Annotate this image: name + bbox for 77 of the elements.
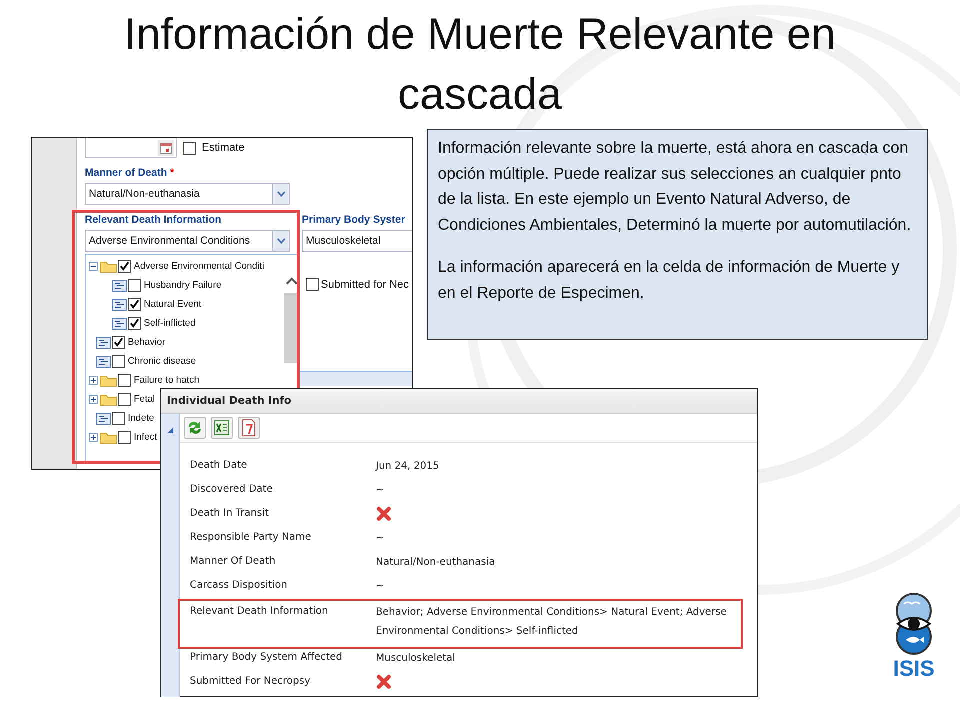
toolbar-button[interactable]: [211, 417, 233, 439]
scroll-up-icon[interactable]: [286, 277, 298, 285]
checkbox-label: Submitted for Nec: [321, 278, 410, 290]
checkbox[interactable]: [112, 412, 125, 425]
checkbox[interactable]: [118, 431, 131, 444]
field-value: Natural/Non-euthanasia: [376, 556, 496, 570]
folder-icon: [100, 374, 117, 387]
list-icon: [96, 356, 111, 368]
field-value: Behavior; Adverse Environmental Conditions> Natural Event; Adverse Environmental Conditions> Self-inflicted: [376, 606, 728, 639]
checkbox[interactable]: [128, 279, 141, 292]
field-label: Relevant Death Information: [190, 605, 330, 619]
expand-icon[interactable]: [89, 433, 98, 442]
panel-title: Individual Death Info: [161, 389, 757, 414]
date-field[interactable]: [85, 138, 177, 158]
field-label: Submitted For Necropsy: [190, 675, 312, 689]
list-icon: [96, 336, 111, 348]
tree-item[interactable]: Chronic disease: [128, 356, 196, 367]
toolbar-button[interactable]: [238, 417, 260, 439]
note-paragraph: La información aparecerá en la celda de información de Muerte y en el Reporte de Especimen.: [438, 258, 901, 304]
field-value: Musculoskeletal: [376, 652, 456, 666]
caret-icon[interactable]: [276, 191, 286, 197]
list-icon: [112, 280, 127, 292]
tree-item[interactable]: Infect: [134, 432, 158, 443]
caret-icon[interactable]: [276, 238, 286, 244]
checkbox[interactable]: [118, 374, 131, 387]
tree-item[interactable]: Failure to hatch: [134, 375, 200, 386]
field-label: Discovered Date: [190, 483, 274, 497]
text-field[interactable]: Musculoskeletal: [302, 230, 412, 252]
spreadsheet-icon: [212, 418, 232, 438]
field-label: Death In Transit: [190, 507, 270, 521]
list-icon: [96, 412, 111, 424]
cross-icon: [376, 674, 392, 690]
calendar-icon[interactable]: [158, 140, 174, 156]
list-icon: [112, 318, 127, 330]
tree-item[interactable]: Fetal: [134, 394, 156, 405]
field-label: Carcass Disposition: [190, 579, 289, 593]
checkbox[interactable]: [128, 298, 141, 311]
folder-icon: [100, 431, 117, 444]
checkbox[interactable]: [112, 355, 125, 368]
toolbar-button[interactable]: [184, 417, 206, 439]
list-icon: [112, 298, 127, 310]
expand-icon[interactable]: [89, 395, 98, 404]
field-label: Primary Body System Affected: [190, 651, 344, 665]
field-value: Jun 24, 2015: [376, 460, 440, 474]
tree-item[interactable]: Husbandry Failure: [144, 280, 222, 291]
checkbox[interactable]: [112, 336, 125, 349]
checkbox[interactable]: [306, 278, 319, 291]
tree-item[interactable]: Self-inflicted: [144, 318, 196, 329]
tree-item[interactable]: Adverse Environmental Conditi: [134, 261, 264, 272]
dropdown-field[interactable]: Adverse Environmental Conditions: [85, 230, 290, 252]
folder-icon: [100, 393, 117, 406]
dropdown-field[interactable]: Natural/Non-euthanasia: [85, 183, 290, 205]
note-paragraph: Información relevante sobre la muerte, está ahora en cascada con opción múltiple. Puede realizar sus selecciones an cualquier pnto de la lista. En este ejemplo un Evento Natural Adverso, de Condiciones Ambientales, Determinó la muerte por automutilación.: [438, 139, 912, 236]
field-label: Responsible Party Name: [190, 531, 312, 545]
folder-icon: [100, 260, 117, 273]
checkbox[interactable]: [118, 393, 131, 406]
checkbox-label: Estimate: [202, 142, 245, 154]
field-value: ~: [376, 484, 386, 498]
collapse-icon[interactable]: [89, 262, 98, 271]
field-value: ~: [376, 580, 386, 594]
slide-title: Información de Muerte Relevante en cascada: [123, 9, 837, 121]
tree-item[interactable]: Natural Event: [144, 299, 202, 310]
checkbox[interactable]: [118, 260, 131, 273]
field-label: Death Date: [190, 459, 248, 473]
field-label: Manner Of Death: [190, 555, 277, 569]
field-label: Manner of Death *: [85, 167, 176, 179]
field-label: Primary Body Syster: [302, 214, 406, 226]
logo-text: ISIS: [893, 656, 935, 682]
expand-icon[interactable]: [89, 376, 98, 385]
tree-item[interactable]: Behavior: [128, 337, 166, 348]
checkbox[interactable]: [183, 142, 196, 154]
collapse-icon[interactable]: [166, 427, 174, 434]
checkbox[interactable]: [128, 317, 141, 330]
tree-item[interactable]: Indete: [128, 413, 154, 424]
cross-icon: [376, 506, 392, 522]
field-value: ~: [376, 532, 386, 546]
field-label: Relevant Death Information: [85, 214, 223, 226]
